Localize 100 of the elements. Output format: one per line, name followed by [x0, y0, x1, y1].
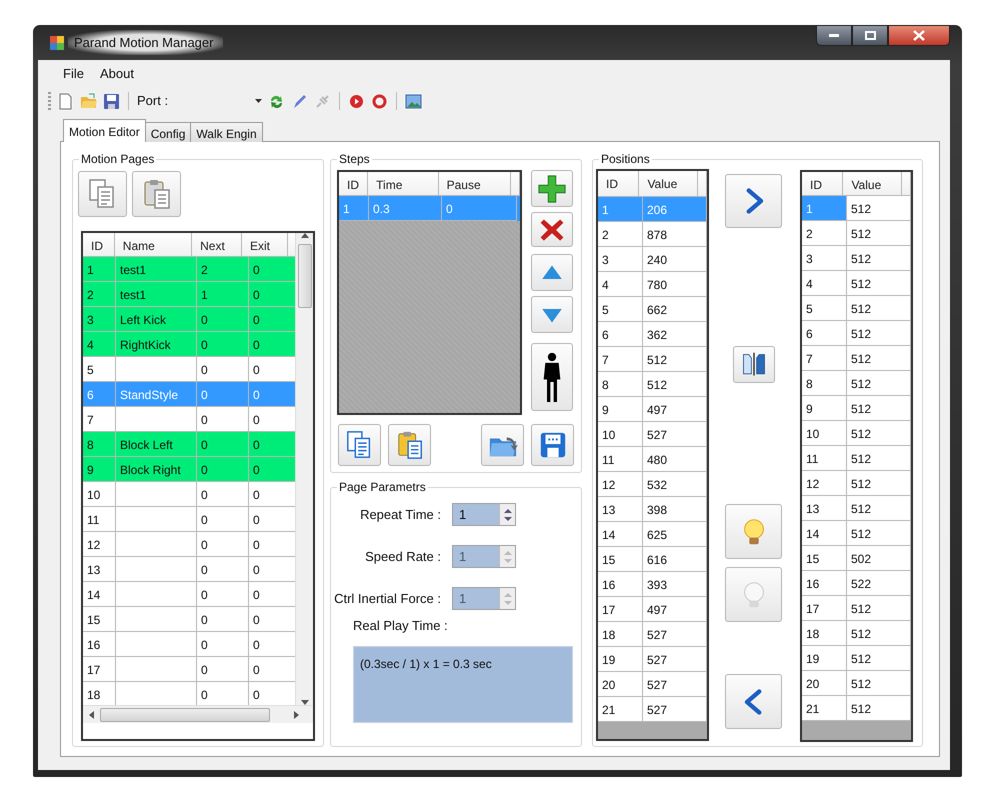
number-field[interactable]: 1 — [453, 504, 493, 526]
table-row[interactable]: 8 Block Left 0 0 — [83, 432, 296, 457]
copy-left-button[interactable] — [725, 674, 782, 729]
table-row[interactable]: 12 512 — [802, 471, 911, 496]
table-row[interactable]: 7 512 — [598, 347, 707, 372]
table-row[interactable]: 9 512 — [802, 396, 911, 421]
table-row[interactable]: 3 240 — [598, 247, 707, 272]
tab[interactable]: Config — [144, 122, 192, 142]
menu-item[interactable]: About — [100, 64, 134, 84]
table-row[interactable]: 15 0 0 — [83, 607, 296, 632]
table-row[interactable]: 7 512 — [802, 346, 911, 371]
table-row[interactable]: 19 512 — [802, 646, 911, 671]
table-row[interactable]: 15 502 — [802, 546, 911, 571]
delete-button[interactable] — [531, 212, 573, 247]
save-button[interactable] — [103, 92, 120, 110]
table-row[interactable]: 13 0 0 — [83, 557, 296, 582]
table-row[interactable]: 20 512 — [802, 671, 911, 696]
table-row[interactable]: 11 480 — [598, 447, 707, 472]
table-row[interactable]: 17 0 0 — [83, 657, 296, 682]
close-button[interactable] — [888, 25, 950, 46]
table-row[interactable]: 19 527 — [598, 647, 707, 672]
copy-button[interactable] — [78, 171, 127, 217]
table-row[interactable]: 4 RightKick 0 0 — [83, 332, 296, 357]
table-row[interactable]: 13 512 — [802, 496, 911, 521]
table-row[interactable]: 9 Block Right 0 0 — [83, 457, 296, 482]
table-row[interactable]: 8 512 — [802, 371, 911, 396]
table-row[interactable]: 5 662 — [598, 297, 707, 322]
copy-right-button[interactable] — [725, 174, 782, 228]
table-row[interactable]: 4 780 — [598, 272, 707, 297]
table-row[interactable]: 12 0 0 — [83, 532, 296, 557]
table-row[interactable]: 9 497 — [598, 397, 707, 422]
column-header[interactable]: Time — [368, 172, 439, 196]
column-header[interactable]: ID — [598, 171, 640, 197]
table-row[interactable]: 16 0 0 — [83, 632, 296, 657]
table-row[interactable]: 10 527 — [598, 422, 707, 447]
column-header[interactable]: ID — [339, 172, 368, 196]
table-row[interactable]: 13 398 — [598, 497, 707, 522]
table-row[interactable]: 12 532 — [598, 472, 707, 497]
minimize-button[interactable] — [816, 25, 852, 46]
edit-button[interactable] — [291, 92, 308, 110]
table-row[interactable]: 7 0 0 — [83, 407, 296, 432]
column-header[interactable]: Value — [843, 172, 902, 196]
table-row[interactable]: 14 512 — [802, 521, 911, 546]
picture-button[interactable] — [405, 92, 422, 110]
scroll-thumb[interactable] — [298, 244, 312, 308]
spin-field[interactable]: 1 — [452, 503, 516, 526]
tab[interactable]: Motion Editor — [63, 119, 146, 142]
table-row[interactable]: 10 512 — [802, 421, 911, 446]
add-button[interactable] — [531, 170, 573, 207]
column-header[interactable]: Pause — [438, 172, 511, 196]
new-button[interactable] — [57, 92, 74, 110]
mirror-button[interactable] — [732, 346, 774, 383]
scroll-thumb[interactable] — [100, 708, 270, 722]
table-row[interactable]: 20 527 — [598, 672, 707, 697]
table-row[interactable]: 10 0 0 — [83, 482, 296, 507]
table-row[interactable]: 14 0 0 — [83, 582, 296, 607]
table-row[interactable]: 5 512 — [802, 296, 911, 321]
table-row[interactable]: 1 test1 2 0 — [83, 257, 296, 282]
tab[interactable]: Walk Engin — [190, 122, 263, 142]
table-row[interactable]: 2 test1 1 0 — [83, 282, 296, 307]
open-button[interactable] — [481, 424, 524, 466]
table-row[interactable]: 8 512 — [598, 372, 707, 397]
table-row[interactable]: 5 0 0 — [83, 357, 296, 382]
move-down-button[interactable] — [531, 296, 573, 333]
table-row[interactable]: 6 512 — [802, 321, 911, 346]
table-row[interactable]: 15 616 — [598, 547, 707, 572]
table-row[interactable]: 21 527 — [598, 697, 707, 722]
table-row[interactable]: 2 512 — [802, 221, 911, 246]
table-row[interactable]: 18 527 — [598, 622, 707, 647]
menu-item[interactable]: File — [63, 64, 84, 84]
table-row[interactable]: 17 497 — [598, 597, 707, 622]
table-row[interactable]: 4 512 — [802, 271, 911, 296]
table-row[interactable]: 14 625 — [598, 522, 707, 547]
spin-buttons[interactable] — [499, 504, 515, 525]
table-row[interactable]: 3 512 — [802, 246, 911, 271]
table-row[interactable]: 18 512 — [802, 621, 911, 646]
column-header[interactable]: ID — [802, 172, 844, 196]
column-header[interactable]: Name — [114, 233, 192, 257]
table-row[interactable]: 11 0 0 — [83, 507, 296, 532]
table-row[interactable]: 6 362 — [598, 322, 707, 347]
move-up-button[interactable] — [531, 254, 573, 291]
column-header[interactable]: ID — [83, 233, 115, 257]
pose-button[interactable] — [531, 343, 573, 411]
open-button[interactable] — [80, 92, 97, 110]
maximize-button[interactable] — [852, 25, 888, 46]
column-header[interactable]: Value — [639, 171, 698, 197]
column-header[interactable]: Exit — [242, 233, 288, 257]
table-row[interactable]: 17 512 — [802, 596, 911, 621]
table-row[interactable]: 16 522 — [802, 571, 911, 596]
save-button[interactable] — [531, 424, 574, 466]
paste-button[interactable] — [388, 424, 431, 466]
column-header[interactable]: Next — [192, 233, 242, 257]
stop-button[interactable] — [371, 92, 388, 110]
record-button[interactable] — [348, 92, 366, 110]
table-row[interactable]: 3 Left Kick 0 0 — [83, 307, 296, 332]
paste-button[interactable] — [132, 171, 181, 217]
copy-button[interactable] — [338, 424, 381, 466]
table-row[interactable]: 16 393 — [598, 572, 707, 597]
table-row[interactable]: 21 512 — [802, 696, 911, 721]
table-row[interactable]: 1 512 — [802, 196, 911, 221]
